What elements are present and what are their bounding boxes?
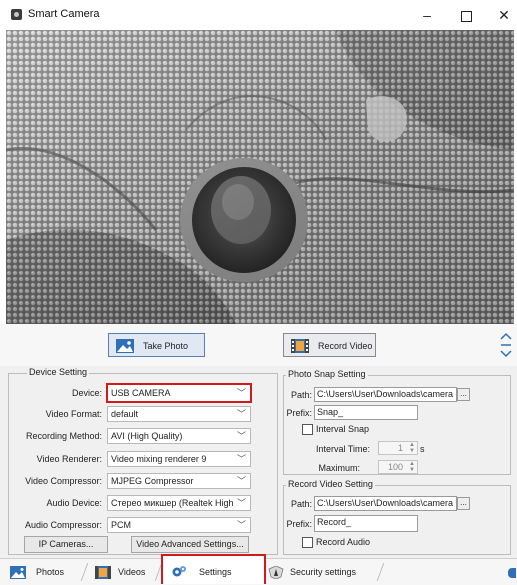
video-format-value: default <box>111 409 139 419</box>
record-video-button[interactable]: Record Video <box>283 333 376 357</box>
close-button[interactable]: ✕ <box>489 4 517 26</box>
photos-icon <box>10 566 26 579</box>
tab-videos-label: Videos <box>118 567 146 577</box>
spinner-arrows-icon: ▲ ▼ <box>409 442 415 454</box>
interval-time-value: 1 <box>397 443 403 453</box>
video-compressor-select[interactable]: MJPEG Compressor ﹀ <box>107 473 251 489</box>
maximum-spinner[interactable]: 100 ▲ ▼ <box>378 460 418 474</box>
film-icon <box>291 339 309 353</box>
record-video-setting-title: Record Video Setting <box>286 479 375 489</box>
video-compressor-value: MJPEG Compressor <box>111 476 194 486</box>
record-audio-checkbox[interactable] <box>302 537 313 548</box>
recording-method-label: Recording Method: <box>25 431 102 441</box>
interval-snap-checkbox[interactable] <box>302 424 313 435</box>
maximize-icon <box>460 10 472 22</box>
video-prefix-input[interactable]: Record_ <box>314 515 418 532</box>
video-format-label: Video Format: <box>45 409 102 419</box>
tab-settings-label: Settings <box>199 567 232 577</box>
app-camera-icon <box>11 9 22 20</box>
title-bar: Smart Camera – ✕ <box>0 0 517 30</box>
video-renderer-label: Video Renderer: <box>36 454 102 464</box>
security-shield-icon <box>268 566 284 579</box>
tab-photos[interactable]: Photos <box>10 561 85 583</box>
photo-prefix-label: Prefix: <box>286 408 312 418</box>
recording-method-select[interactable]: AVI (High Quality) ﹀ <box>107 428 251 444</box>
settings-panel: Device Setting Device: USB CAMERA ﹀ Vide… <box>0 366 517 558</box>
interval-time-unit: s <box>420 444 425 454</box>
video-path-input[interactable]: C:\Users\User\Downloads\camera <box>314 496 457 511</box>
camera-preview-image <box>6 30 514 324</box>
tab-photos-label: Photos <box>36 567 65 577</box>
tab-security-settings[interactable]: Security settings <box>268 561 388 583</box>
photo-icon <box>116 339 134 353</box>
video-path-browse-button[interactable]: ... <box>457 497 470 510</box>
tab-settings[interactable]: Settings <box>161 554 266 584</box>
maximum-value: 100 <box>387 462 403 472</box>
video-advanced-settings-button[interactable]: Video Advanced Settings... <box>131 536 249 553</box>
audio-device-select[interactable]: Стерео микшер (Realtek High ﹀ <box>107 495 251 511</box>
photo-snap-setting-title: Photo Snap Setting <box>286 369 368 379</box>
camera-preview <box>6 30 514 324</box>
audio-device-value: Стерео микшер (Realtek High <box>111 498 234 508</box>
take-photo-button[interactable]: Take Photo <box>108 333 205 357</box>
chevron-down-icon: ﹀ <box>234 496 246 510</box>
tab-security-settings-label: Security settings <box>290 567 357 577</box>
minimize-button[interactable]: – <box>412 4 442 26</box>
device-value: USB CAMERA <box>111 388 171 398</box>
audio-compressor-value: PCM <box>111 520 131 530</box>
maximize-button[interactable] <box>451 4 481 26</box>
photo-path-input[interactable]: C:\Users\User\Downloads\camera <box>314 387 457 402</box>
photo-path-browse-button[interactable]: ... <box>457 388 470 401</box>
recording-method-value: AVI (High Quality) <box>111 431 183 441</box>
chevron-down-icon: ﹀ <box>236 388 246 398</box>
video-compressor-label: Video Compressor: <box>25 476 102 486</box>
tab-videos[interactable]: Videos <box>95 561 160 583</box>
interval-time-spinner[interactable]: 1 ▲ ▼ <box>378 441 418 455</box>
window-title: Smart Camera <box>28 8 100 20</box>
video-prefix-label: Prefix: <box>286 519 312 529</box>
spinner-arrows-icon: ▲ ▼ <box>409 461 415 473</box>
chevron-down-icon: ﹀ <box>236 409 246 419</box>
videos-icon <box>95 566 111 579</box>
bottom-tab-bar: Photos Videos Settings Security settings <box>0 554 517 585</box>
video-format-select[interactable]: default ﹀ <box>107 406 251 422</box>
capture-toolbar: Take Photo Record Video <box>0 324 517 366</box>
interval-time-label: Interval Time: <box>315 444 370 454</box>
photo-path-label: Path: <box>290 390 312 400</box>
take-photo-label: Take Photo <box>143 341 189 351</box>
video-path-label: Path: <box>290 499 312 509</box>
interval-snap-label: Interval Snap <box>316 424 370 434</box>
device-select[interactable]: USB CAMERA ﹀ <box>106 383 252 403</box>
collapse-panel-icon[interactable] <box>500 332 512 358</box>
audio-compressor-label: Audio Compressor: <box>24 520 102 530</box>
video-renderer-value: Video mixing renderer 9 <box>111 454 207 464</box>
device-label: Device: <box>71 388 102 398</box>
chevron-down-icon: ﹀ <box>236 454 246 464</box>
audio-device-label: Audio Device: <box>46 498 102 508</box>
chevron-down-icon: ﹀ <box>236 431 246 441</box>
record-audio-label: Record Audio <box>316 537 371 547</box>
status-indicator <box>508 568 516 578</box>
settings-gear-icon <box>172 566 186 577</box>
chevron-down-icon: ﹀ <box>236 520 246 530</box>
photo-prefix-input[interactable]: Snap_ <box>314 405 418 420</box>
device-setting-title: Device Setting <box>27 367 90 377</box>
record-video-label: Record Video <box>318 341 373 351</box>
chevron-down-icon: ﹀ <box>236 476 246 486</box>
maximum-label: Maximum: <box>318 463 360 473</box>
ip-cameras-button[interactable]: IP Cameras... <box>24 536 108 553</box>
video-renderer-select[interactable]: Video mixing renderer 9 ﹀ <box>107 451 251 467</box>
audio-compressor-select[interactable]: PCM ﹀ <box>107 517 251 533</box>
